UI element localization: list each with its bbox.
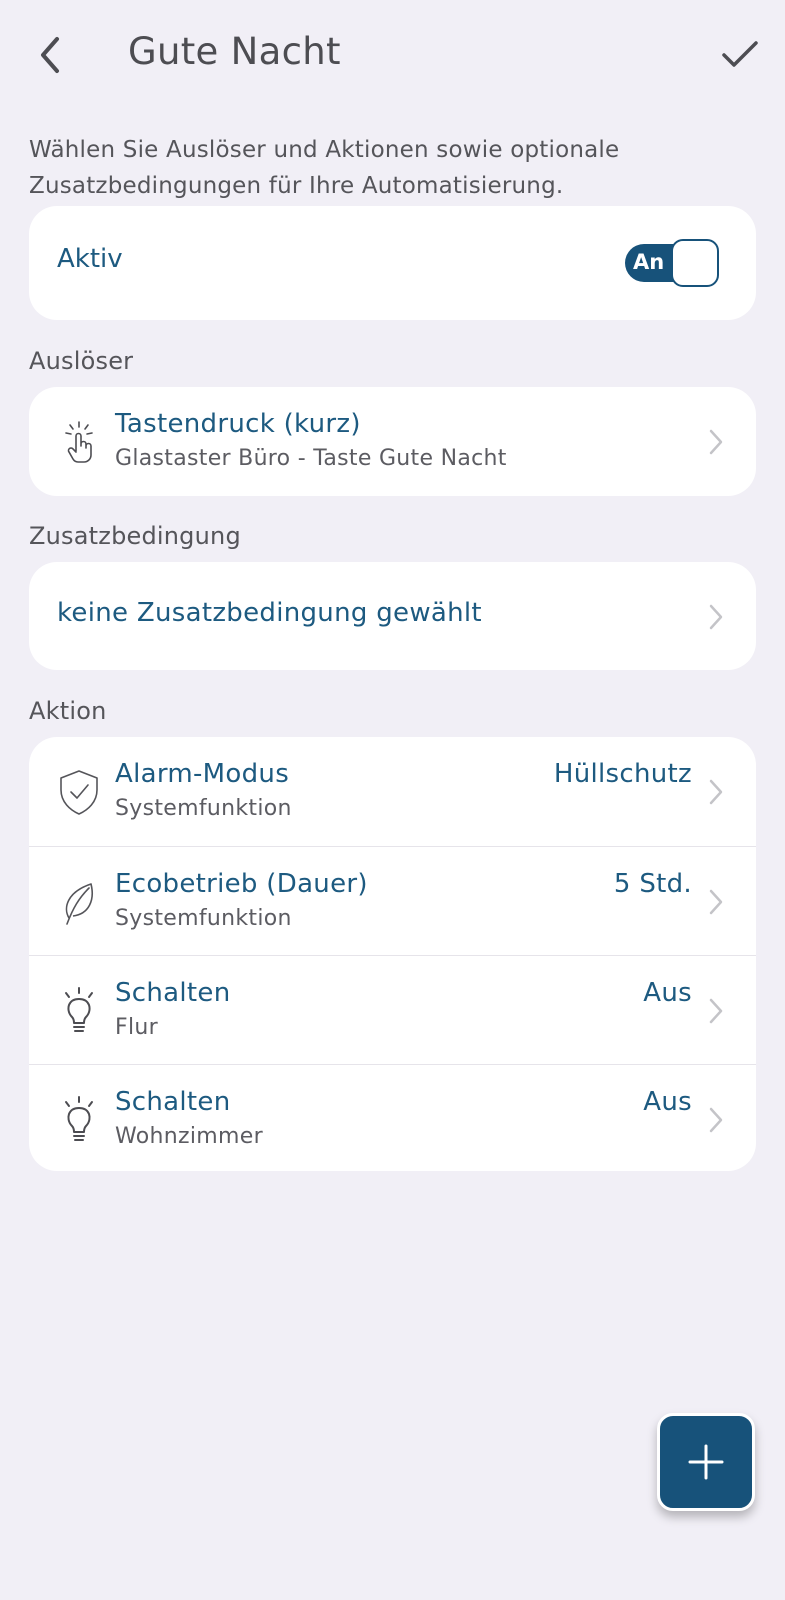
action-section-label: Aktion	[29, 697, 107, 725]
action-row[interactable]: Schalten Wohnzimmer Aus	[29, 1064, 756, 1171]
chevron-right-icon	[709, 429, 723, 455]
active-card: Aktiv An	[29, 206, 756, 320]
action-row[interactable]: Ecobetrieb (Dauer) Systemfunktion 5 Std.	[29, 846, 756, 955]
action-value: 5 Std.	[613, 869, 692, 899]
checkmark-icon	[722, 41, 758, 67]
trigger-section-label: Auslöser	[29, 347, 134, 375]
action-row[interactable]: Alarm-Modus Systemfunktion Hüllschutz	[29, 737, 756, 846]
chevron-right-icon	[709, 889, 723, 915]
action-value: Hüllschutz	[553, 759, 692, 789]
lightbulb-icon	[57, 1095, 101, 1145]
leaf-icon	[57, 877, 101, 927]
active-toggle[interactable]: An	[625, 239, 719, 287]
chevron-left-icon	[41, 37, 59, 73]
action-subtitle: Systemfunktion	[115, 796, 292, 821]
actions-card: Alarm-Modus Systemfunktion Hüllschutz Ec…	[29, 737, 756, 1171]
confirm-button[interactable]	[715, 30, 765, 80]
lightbulb-icon	[57, 986, 101, 1036]
back-button[interactable]	[30, 30, 70, 80]
trigger-subtitle: Glastaster Büro - Taste Gute Nacht	[115, 446, 507, 471]
active-label: Aktiv	[57, 244, 123, 274]
condition-row[interactable]: keine Zusatzbedingung gewählt	[29, 562, 756, 670]
trigger-row[interactable]: Tastendruck (kurz) Glastaster Büro - Tas…	[29, 387, 756, 496]
chevron-right-icon	[709, 779, 723, 805]
page-title: Gute Nacht	[128, 30, 341, 73]
toggle-knob	[671, 239, 719, 287]
action-row[interactable]: Schalten Flur Aus	[29, 955, 756, 1064]
tap-hand-icon	[57, 417, 101, 467]
action-subtitle: Wohnzimmer	[115, 1124, 263, 1149]
action-value: Aus	[643, 1087, 692, 1117]
chevron-right-icon	[709, 604, 723, 630]
action-subtitle: Systemfunktion	[115, 906, 292, 931]
shield-check-icon	[57, 767, 101, 817]
action-title: Ecobetrieb (Dauer)	[115, 869, 368, 899]
condition-section-label: Zusatzbedingung	[29, 522, 241, 550]
toggle-text: An	[633, 250, 665, 274]
condition-label: keine Zusatzbedingung gewählt	[57, 598, 482, 628]
action-title: Schalten	[115, 978, 231, 1008]
condition-card: keine Zusatzbedingung gewählt	[29, 562, 756, 670]
action-title: Alarm-Modus	[115, 759, 290, 789]
chevron-right-icon	[709, 998, 723, 1024]
trigger-card: Tastendruck (kurz) Glastaster Büro - Tas…	[29, 387, 756, 496]
trigger-title: Tastendruck (kurz)	[115, 409, 361, 439]
action-title: Schalten	[115, 1087, 231, 1117]
chevron-right-icon	[709, 1107, 723, 1133]
top-bar: Gute Nacht	[0, 0, 785, 110]
intro-text: Wählen Sie Auslöser und Aktionen sowie o…	[29, 137, 620, 199]
action-subtitle: Flur	[115, 1015, 158, 1040]
add-action-button[interactable]	[657, 1413, 755, 1511]
action-value: Aus	[643, 978, 692, 1008]
plus-icon	[688, 1444, 724, 1480]
